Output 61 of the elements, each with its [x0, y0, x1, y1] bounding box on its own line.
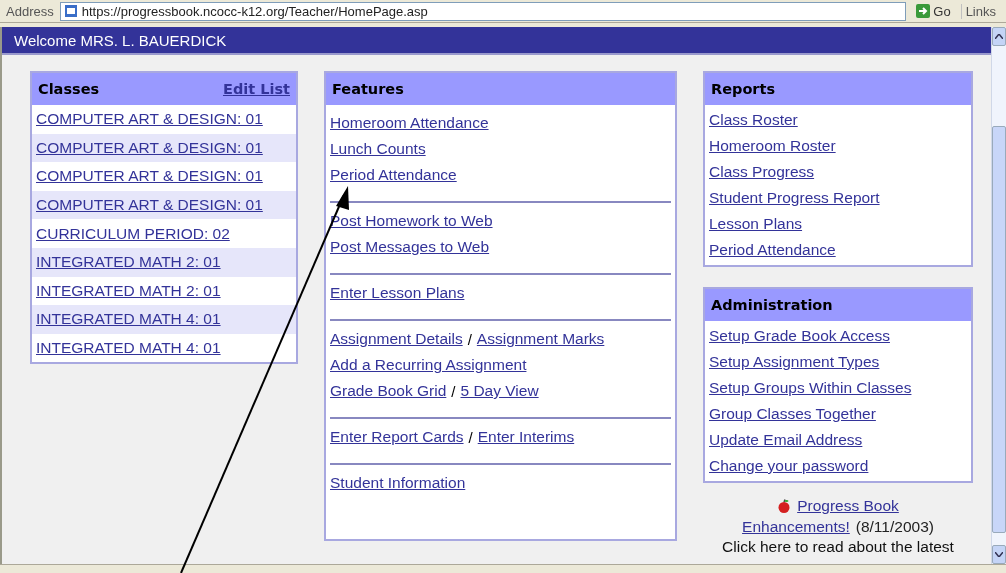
scroll-thumb[interactable]	[992, 126, 1006, 533]
admin-link[interactable]: Update Email Address	[709, 431, 863, 449]
arrow-icon	[916, 4, 931, 18]
feature-link[interactable]: Post Messages to Web	[330, 238, 490, 256]
feature-link[interactable]: Assignment Marks	[476, 330, 605, 348]
separator-text: /	[467, 330, 472, 348]
feature-link[interactable]: Student Information	[330, 474, 466, 492]
panel-title: Reports	[711, 81, 776, 97]
links-label[interactable]: Links	[960, 3, 1000, 19]
feature-link[interactable]: Period Attendance	[330, 166, 457, 184]
enhancements-link[interactable]: Progress Book	[797, 495, 899, 516]
feature-link[interactable]: Enter Interims	[477, 428, 575, 446]
admin-link[interactable]: Change your password	[709, 457, 869, 475]
apple-icon	[777, 498, 792, 513]
report-link[interactable]: Homeroom Roster	[709, 137, 836, 155]
admin-link[interactable]: Setup Groups Within Classes	[709, 379, 912, 397]
go-button[interactable]: Go	[912, 3, 955, 19]
news-text: Click here to read about the latest	[722, 537, 954, 557]
enhancements-link[interactable]: Enhancements!	[742, 516, 850, 537]
feature-link[interactable]: Enter Report Cards	[330, 428, 464, 446]
admin-link[interactable]: Group Classes Together	[709, 405, 876, 423]
class-link[interactable]: COMPUTER ART & DESIGN: 01	[36, 110, 263, 129]
panel-title: Administration	[711, 297, 833, 313]
news-date: (8/11/2003)	[855, 517, 934, 537]
feature-link[interactable]: Grade Book Grid	[330, 382, 447, 400]
address-label: Address	[6, 3, 54, 19]
separator-text: /	[468, 428, 473, 446]
page-icon	[63, 4, 78, 18]
class-link[interactable]: INTEGRATED MATH 2: 01	[36, 253, 221, 272]
scroll-up-button[interactable]	[992, 27, 1006, 46]
scrollbar[interactable]	[991, 27, 1006, 564]
feature-link[interactable]: Assignment Details	[330, 330, 463, 348]
class-link[interactable]: COMPUTER ART & DESIGN: 01	[36, 138, 263, 157]
report-link[interactable]: Period Attendance	[709, 241, 836, 259]
class-link[interactable]: COMPUTER ART & DESIGN: 01	[36, 196, 263, 215]
panel-title: Features	[332, 81, 404, 97]
report-link[interactable]: Lesson Plans	[709, 215, 803, 233]
feature-link[interactable]: Homeroom Attendance	[330, 114, 489, 132]
feature-link[interactable]: 5 Day View	[460, 382, 539, 400]
separator-text: /	[451, 382, 456, 400]
admin-link[interactable]: Setup Assignment Types	[709, 353, 880, 371]
panel-title: Classes	[38, 81, 100, 97]
edit-list-link[interactable]: Edit List	[223, 81, 290, 97]
feature-link[interactable]: Enter Lesson Plans	[330, 284, 465, 302]
class-link[interactable]: INTEGRATED MATH 2: 01	[36, 281, 221, 300]
class-link[interactable]: CURRICULUM PERIOD: 02	[36, 224, 230, 243]
admin-link[interactable]: Setup Grade Book Access	[709, 327, 890, 345]
report-link[interactable]: Class Progress	[709, 163, 815, 181]
url-text: https://progressbook.ncocc-k12.org/Teacher/HomePage.asp	[81, 3, 428, 19]
caret-down-icon	[995, 552, 1003, 557]
class-link[interactable]: INTEGRATED MATH 4: 01	[36, 339, 221, 358]
class-link[interactable]: COMPUTER ART & DESIGN: 01	[36, 167, 263, 186]
feature-link[interactable]: Add a Recurring Assignment	[330, 356, 527, 374]
welcome-text: Welcome MRS. L. BAUERDICK	[14, 31, 227, 49]
scroll-down-button[interactable]	[992, 545, 1006, 564]
feature-link[interactable]: Lunch Counts	[330, 140, 426, 158]
address-field[interactable]: https://progressbook.ncocc-k12.org/Teacher/HomePage.asp	[59, 1, 907, 21]
report-link[interactable]: Student Progress Report	[709, 189, 880, 207]
report-link[interactable]: Class Roster	[709, 111, 798, 129]
caret-up-icon	[995, 34, 1003, 39]
class-link[interactable]: INTEGRATED MATH 4: 01	[36, 310, 221, 329]
